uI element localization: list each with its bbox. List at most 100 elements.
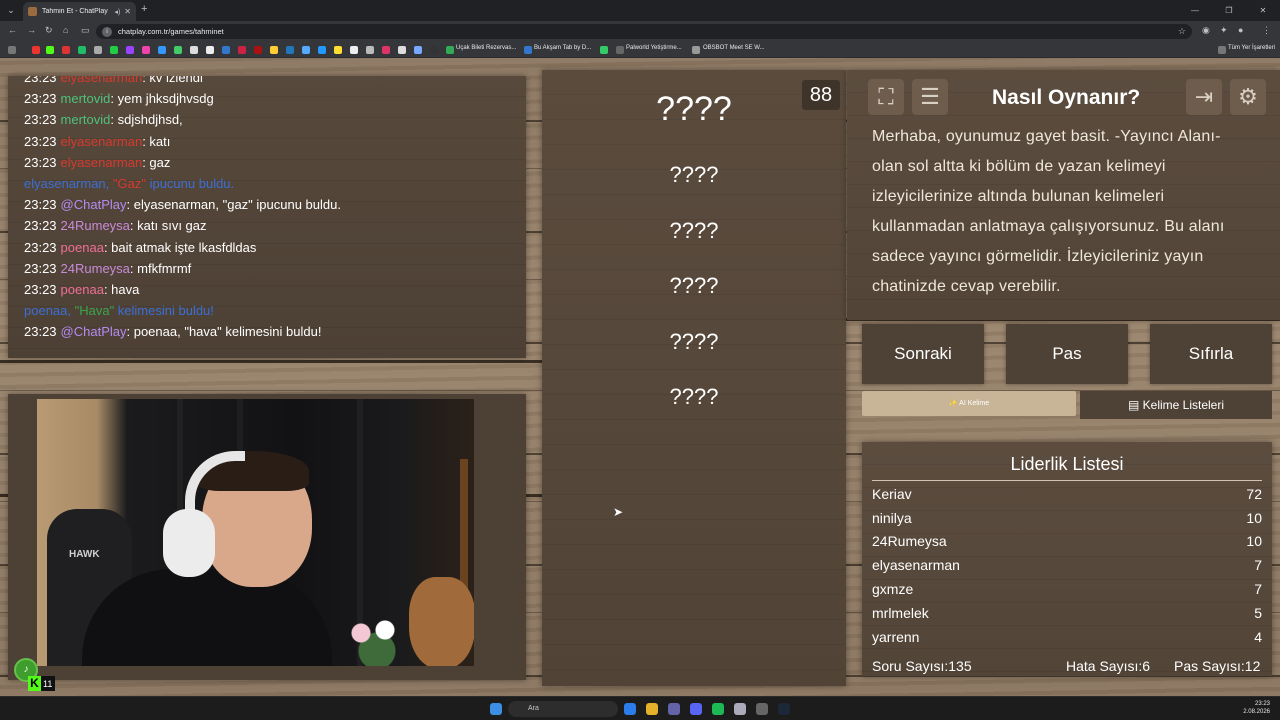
extension-icon[interactable]: ◉ [1202,25,1210,36]
document-icon[interactable]: ☰ [912,79,948,115]
bookmark-icon[interactable] [222,46,230,54]
windows-start-icon[interactable] [490,703,502,715]
bookmark-icon[interactable] [238,46,246,54]
bookmark-link[interactable]: OBSBOT Meet SE W... [703,45,765,51]
bookmark-icon[interactable] [350,46,358,54]
bookmark-icon[interactable] [334,46,342,54]
settings-gear-icon[interactable]: ⚙ [1230,79,1266,115]
system-text: ipucunu buldu. [145,176,235,191]
logout-icon[interactable]: ⇥ [1186,79,1222,115]
fullscreen-icon[interactable]: ⛶ [868,79,904,115]
speaker-icon[interactable]: ◂) [114,8,120,16]
chat-username[interactable]: elyasenarman [61,155,143,170]
ai-word-button[interactable]: ✨ AI Kelime [862,391,1076,416]
bookmark-icon[interactable] [318,46,326,54]
discord-icon[interactable] [690,703,702,715]
question-count: Soru Sayısı:135 [872,658,972,674]
folder-icon[interactable] [1218,46,1226,54]
bookmark-icon[interactable] [270,46,278,54]
bookmark-icon[interactable] [174,46,182,54]
sidebar-icon[interactable]: ▭ [81,25,90,36]
site-info-icon[interactable]: i [102,26,112,37]
omnibox[interactable]: i chatplay.com.tr/games/tahminet ☆ [96,24,1192,39]
forward-icon[interactable]: → [27,25,36,35]
pass-button[interactable]: Pas [1006,324,1128,384]
chat-username[interactable]: mertovid [61,112,111,127]
bookmark-icon[interactable] [446,46,454,54]
chat-message: 23:23 @ChatPlay: elyasenarman, "gaz" ipuc… [24,197,341,212]
chat-username[interactable]: 24Rumeysa [61,261,130,276]
edge-icon[interactable] [624,703,636,715]
bookmark-icon[interactable] [600,46,608,54]
chat-username[interactable]: elyasenarman [61,76,143,85]
bookmark-icon[interactable] [382,46,390,54]
bookmark-icon[interactable] [302,46,310,54]
chat-username[interactable]: poenaa [61,282,104,297]
minimize-icon[interactable]: — [1178,0,1212,21]
found-word: "Hava" [74,303,115,319]
apps-icon[interactable] [8,46,16,54]
word-lists-button[interactable]: ▤ Kelime Listeleri [1080,391,1272,419]
reset-button[interactable]: Sıfırla [1150,324,1272,384]
chat-username[interactable]: @ChatPlay [61,197,127,212]
steam-icon[interactable] [778,703,790,715]
bookmark-icon[interactable] [158,46,166,54]
close-tab-icon[interactable]: ✕ [124,7,131,16]
chat-username[interactable]: mertovid [61,91,111,106]
tab-search-icon[interactable]: ⌄ [4,3,18,17]
kick-logo-icon: K [28,676,41,691]
bookmark-icon[interactable] [616,46,624,54]
back-icon[interactable]: ← [8,25,17,35]
bookmark-icon[interactable] [62,46,70,54]
kick-bookmark-icon[interactable] [46,46,54,54]
bookmark-star-icon[interactable]: ☆ [1178,26,1186,37]
reload-icon[interactable]: ↻ [45,25,53,36]
taskbar-search[interactable]: Ara [508,701,618,717]
obs-icon[interactable] [756,703,768,715]
app-icon[interactable] [734,703,746,715]
bookmark-icon[interactable] [94,46,102,54]
bookmark-icon[interactable] [190,46,198,54]
bookmark-icon[interactable] [414,46,422,54]
bookmarks-bar: Uçak Bileti Rezervas... Bu Akşam Tab by … [0,42,1280,58]
flowers [337,609,417,666]
instagram-icon[interactable] [142,46,150,54]
guitar [409,577,474,666]
new-tab-button[interactable]: + [141,3,147,15]
next-button[interactable]: Sonraki [862,324,984,384]
chat-username[interactable]: @ChatPlay [61,324,127,339]
teams-icon[interactable] [668,703,680,715]
restore-icon[interactable]: ❐ [1212,0,1246,21]
window-close-icon[interactable]: ✕ [1246,0,1280,21]
chrome-icon[interactable] [646,703,658,715]
bookmark-link[interactable]: Palworld Yetiştirme... [626,45,682,51]
spotify-icon[interactable] [712,703,724,715]
bookmark-icon[interactable] [78,46,86,54]
bookmark-icon[interactable] [366,46,374,54]
bookmark-icon[interactable] [206,46,214,54]
bookmark-link[interactable]: Uçak Bileti Rezervas... [456,45,516,51]
whatsapp-icon[interactable] [110,46,118,54]
linkedin-icon[interactable] [286,46,294,54]
clock-date: 2.08.2026 [1243,709,1270,715]
word-panel: ???? ???? ???? ???? ???? ???? [542,70,846,686]
home-icon[interactable]: ⌂ [63,25,68,35]
bookmark-icon[interactable] [524,46,532,54]
chat-username[interactable]: elyasenarman [61,134,143,149]
x-twitter-icon[interactable] [398,46,406,54]
profile-icon[interactable]: ● [1238,25,1243,35]
all-bookmarks-link[interactable]: Tüm Yer İşaretleri [1228,45,1275,51]
bookmark-icon[interactable] [692,46,700,54]
bookmark-link[interactable]: Bu Akşam Tab by D... [534,45,591,51]
twitch-icon[interactable] [126,46,134,54]
browser-tab[interactable]: Tahmin Et - ChatPlay ◂) ✕ [23,2,136,21]
system-text: poenaa, [24,303,75,319]
bookmark-icon[interactable] [430,46,438,54]
bookmark-icon[interactable] [32,46,40,54]
extensions-puzzle-icon[interactable]: ✦ [1220,25,1228,36]
chat-username[interactable]: poenaa [61,240,104,255]
bookmark-icon[interactable] [254,46,262,54]
chat-text: : kv izlendi [142,76,203,85]
chat-username[interactable]: 24Rumeysa [61,218,130,233]
menu-kebab-icon[interactable]: ⋮ [1262,25,1271,36]
